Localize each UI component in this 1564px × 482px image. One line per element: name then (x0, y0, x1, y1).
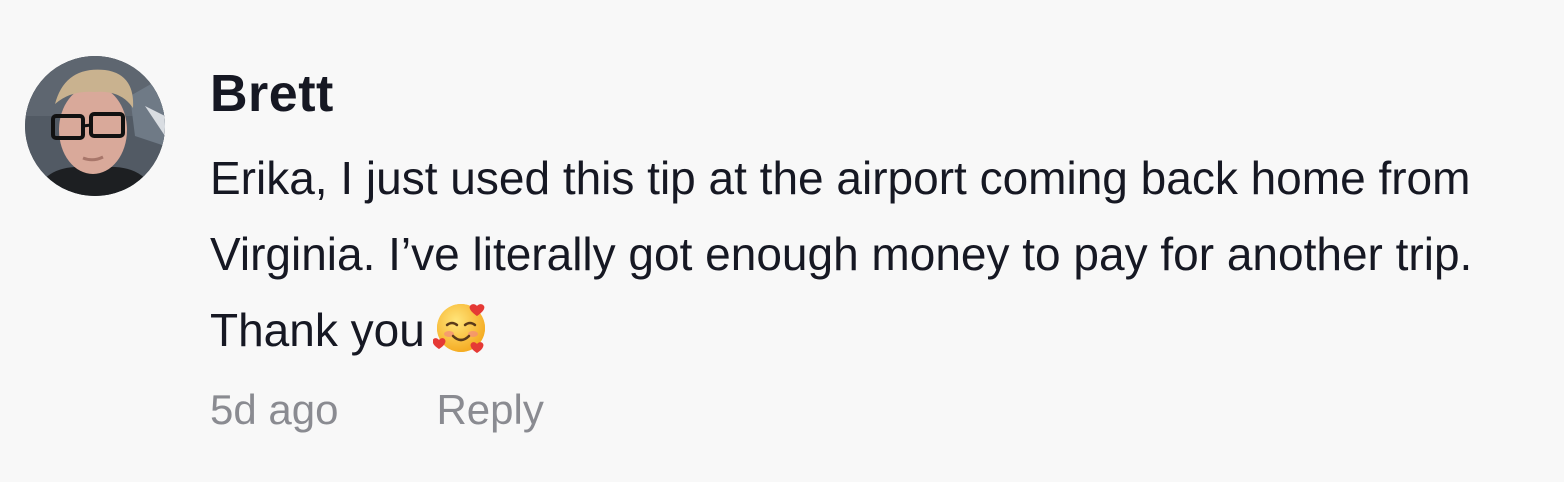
comment-text: Erika, I just used this tip at the airpo… (210, 140, 1550, 368)
comment-text-content: Erika, I just used this tip at the airpo… (210, 152, 1473, 356)
reply-button[interactable]: Reply (436, 382, 543, 438)
avatar[interactable] (25, 56, 165, 196)
comment-body: Brett Erika, I just used this tip at the… (210, 60, 1550, 438)
smiling-face-with-hearts-icon (432, 300, 489, 356)
comment-meta: 5d ago Reply (210, 382, 1550, 438)
comment-username[interactable]: Brett (210, 60, 1550, 128)
avatar-photo (25, 56, 165, 196)
comment-item: Brett Erika, I just used this tip at the… (0, 0, 1564, 482)
comment-timestamp: 5d ago (210, 386, 339, 433)
